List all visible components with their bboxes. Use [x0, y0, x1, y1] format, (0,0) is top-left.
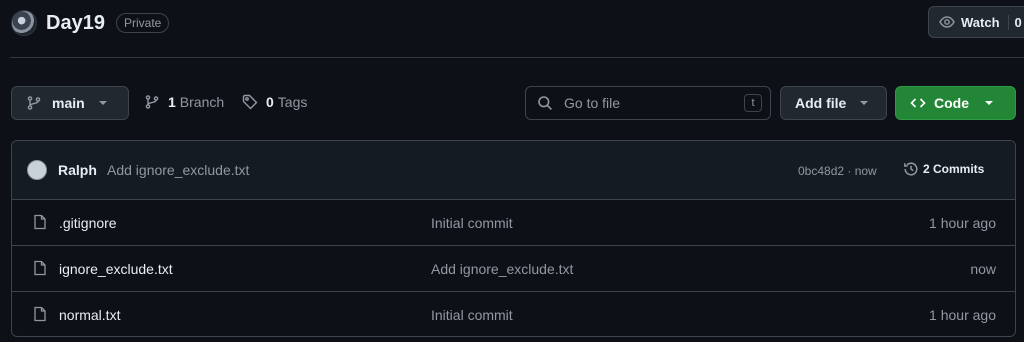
history-icon: [904, 162, 918, 176]
tags-link[interactable]: 0 Tags: [242, 94, 307, 110]
branches-count: 1: [168, 94, 176, 110]
commit-hash-time[interactable]: 0bc48d2 · now: [798, 164, 877, 178]
table-row[interactable]: ignore_exclude.txt Add ignore_exclude.tx…: [12, 246, 1015, 292]
commits-history-link[interactable]: 2 Commits: [903, 161, 984, 177]
chevron-down-icon: [98, 101, 107, 105]
repo-name[interactable]: Day19: [46, 9, 105, 37]
tags-label: Tags: [277, 94, 308, 110]
file-icon: [34, 260, 46, 276]
table-row[interactable]: normal.txt Initial commit 1 hour ago: [12, 292, 1015, 336]
file-commit-age: now: [970, 261, 996, 277]
author-avatar[interactable]: [27, 160, 47, 180]
search-icon: [538, 96, 552, 110]
chevron-down-icon: [985, 101, 993, 105]
file-name[interactable]: ignore_exclude.txt: [59, 261, 173, 277]
code-label: Code: [934, 95, 969, 111]
eye-icon: [939, 16, 955, 28]
search-input[interactable]: [562, 94, 736, 112]
file-name[interactable]: normal.txt: [59, 307, 120, 323]
file-name[interactable]: .gitignore: [59, 215, 117, 231]
file-commit-message[interactable]: Add ignore_exclude.txt: [431, 261, 573, 277]
commit-author[interactable]: Ralph: [58, 162, 97, 178]
repo-owner-avatar[interactable]: [11, 10, 37, 36]
visibility-badge: Private: [116, 13, 170, 33]
header-divider: [10, 57, 1024, 58]
search-shortcut-key: t: [744, 94, 762, 112]
latest-commit-message[interactable]: Add ignore_exclude.txt: [107, 162, 249, 178]
go-to-file-search[interactable]: t: [525, 86, 771, 120]
commits-count-label: 2 Commits: [923, 162, 985, 176]
git-branch-icon: [145, 95, 159, 109]
watch-count: 0: [1007, 14, 1022, 30]
file-commit-age: 1 hour ago: [929, 307, 996, 323]
git-branch-icon: [27, 96, 41, 110]
add-file-label: Add file: [795, 95, 847, 111]
file-table: Ralph Add ignore_exclude.txt 0bc48d2 · n…: [11, 140, 1016, 337]
tags-count: 0: [266, 94, 274, 110]
code-button[interactable]: Code: [895, 86, 1016, 120]
add-file-button[interactable]: Add file: [780, 86, 887, 120]
branches-link[interactable]: 1 Branch: [144, 94, 224, 110]
watch-button[interactable]: Watch 0: [928, 6, 1024, 38]
branches-label: Branch: [179, 94, 225, 110]
table-row[interactable]: .gitignore Initial commit 1 hour ago: [12, 200, 1015, 246]
chevron-down-icon: [860, 101, 869, 105]
watch-label: Watch: [961, 14, 1000, 30]
file-commit-age: 1 hour ago: [929, 215, 996, 231]
branch-selector-button[interactable]: main: [11, 86, 129, 120]
code-icon: [910, 98, 926, 108]
file-commit-message[interactable]: Initial commit: [431, 307, 513, 323]
branch-name: main: [52, 95, 85, 111]
file-icon: [34, 306, 46, 322]
file-icon: [34, 214, 46, 230]
latest-commit-bar: Ralph Add ignore_exclude.txt 0bc48d2 · n…: [12, 141, 1015, 200]
file-commit-message[interactable]: Initial commit: [431, 215, 513, 231]
tag-icon: [242, 94, 258, 110]
